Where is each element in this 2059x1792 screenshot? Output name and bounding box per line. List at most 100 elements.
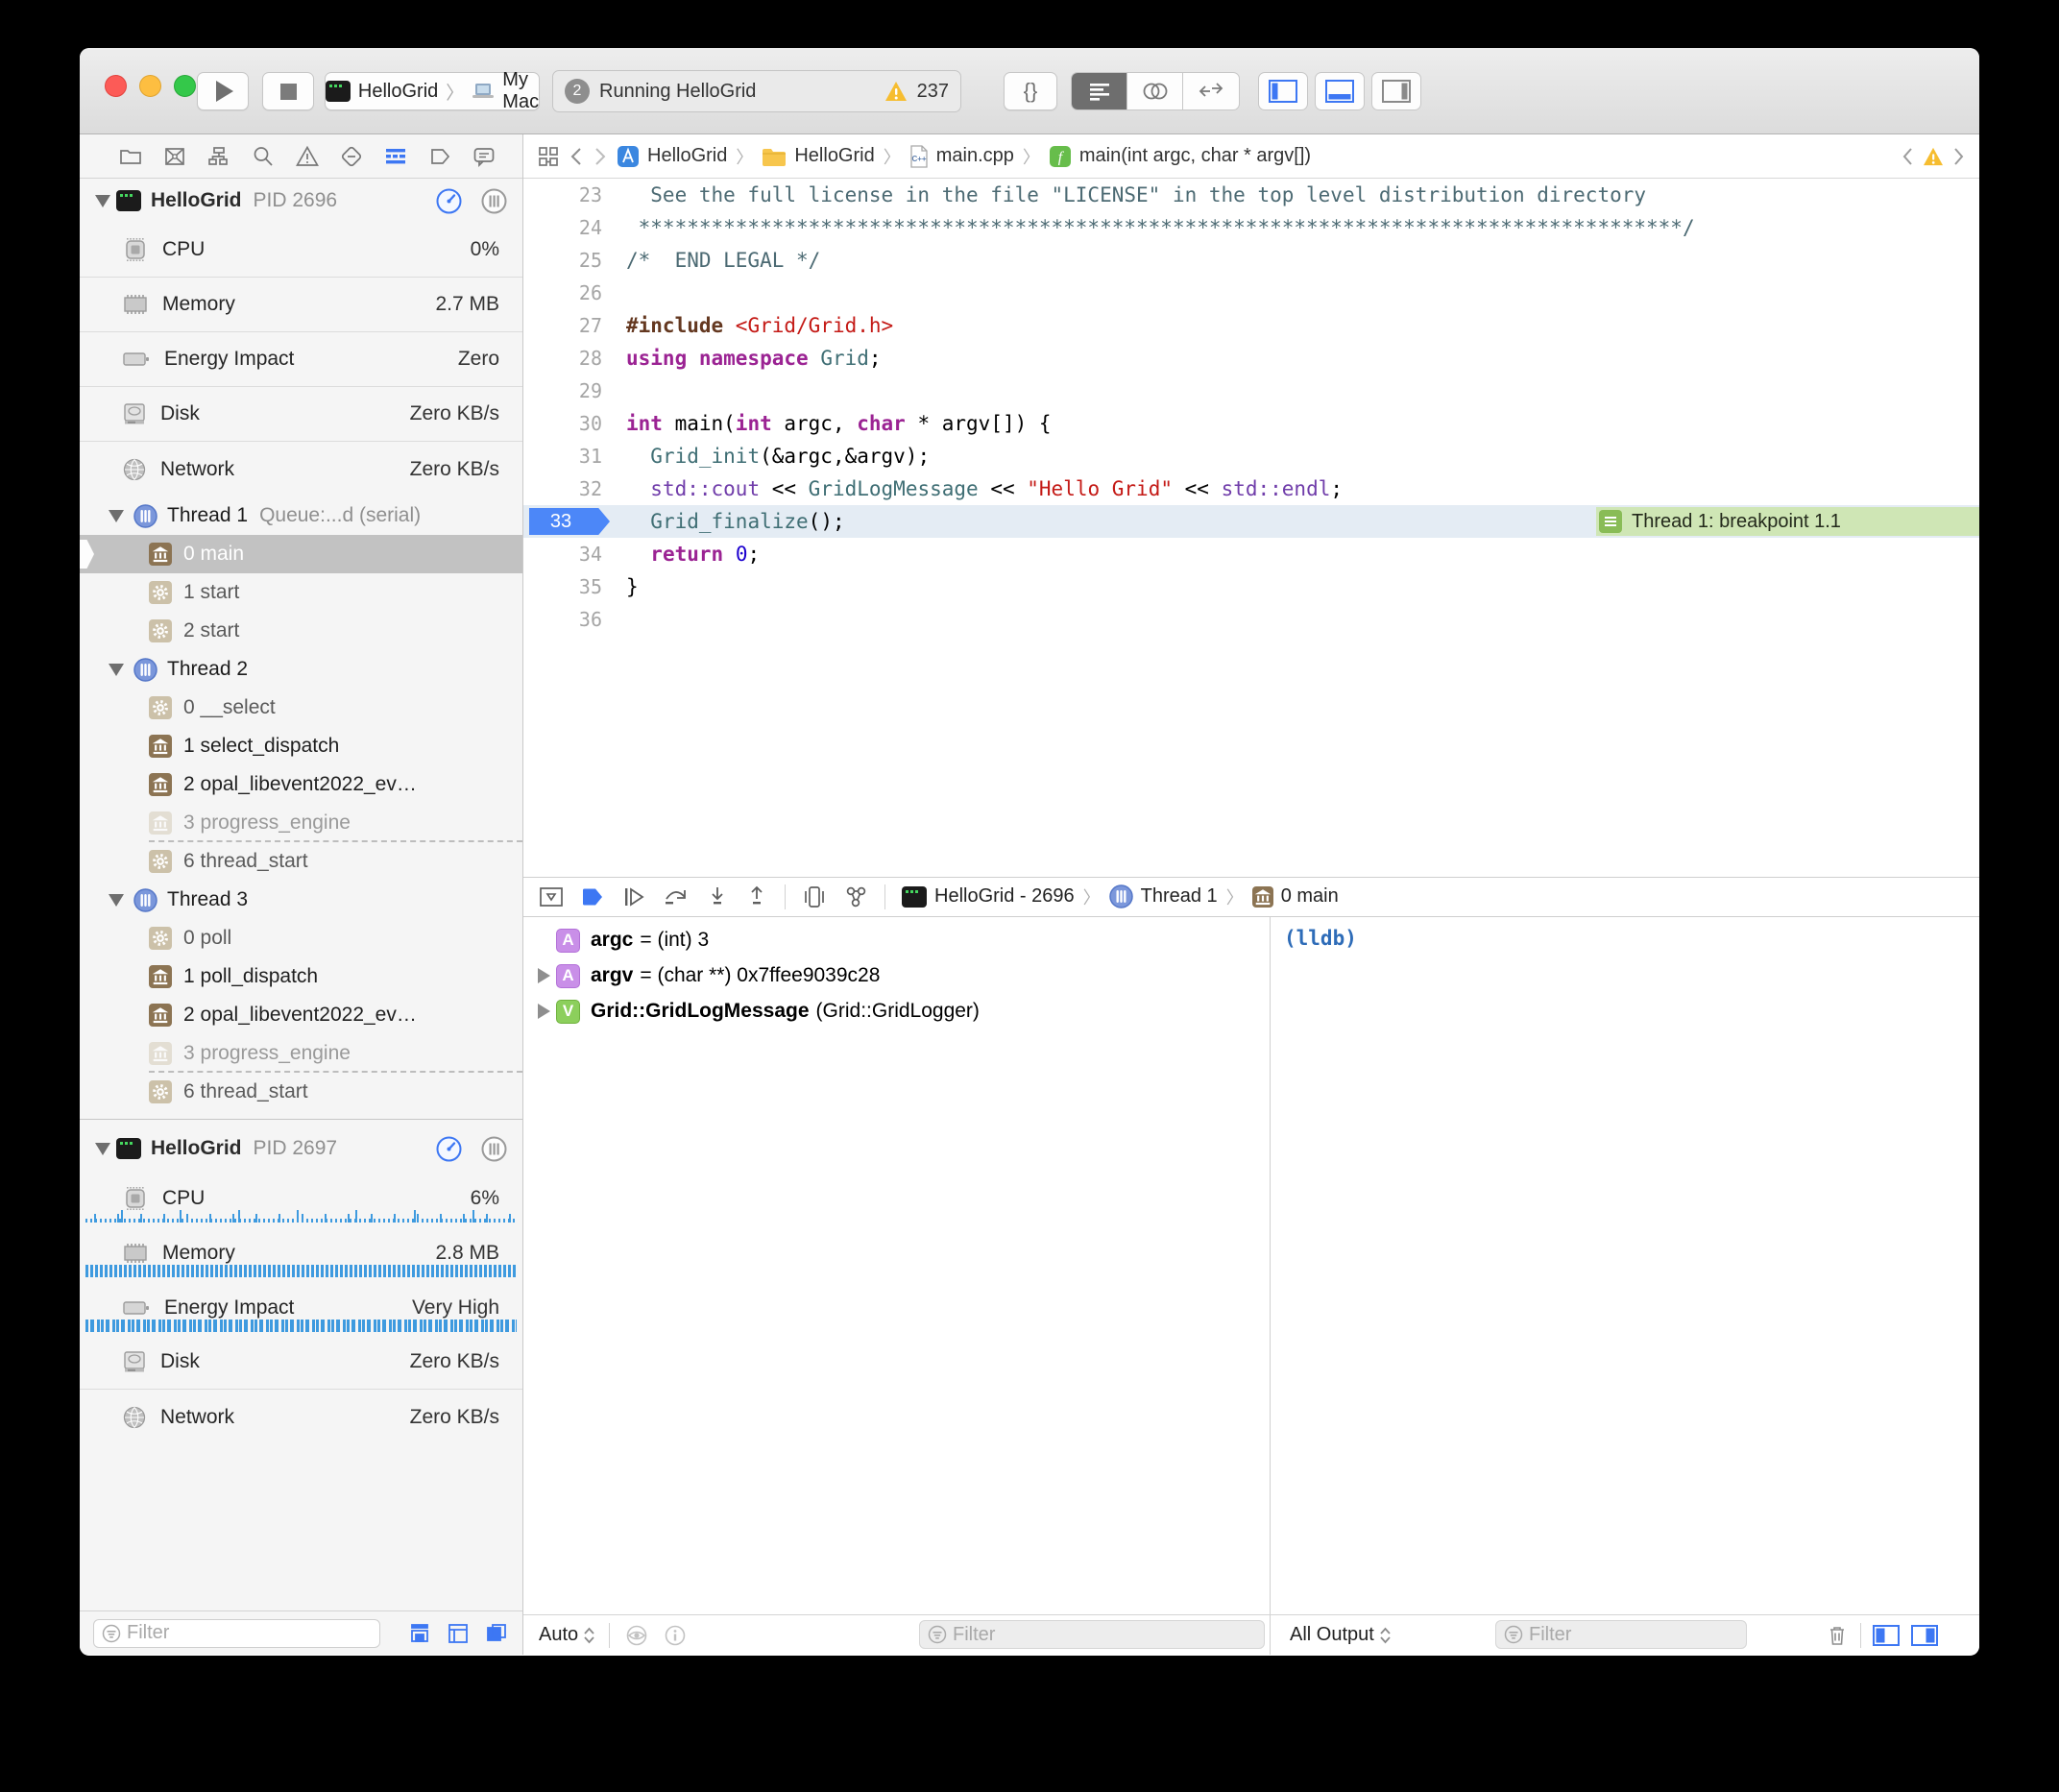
run-button[interactable]	[197, 72, 249, 110]
metric-row-cpu[interactable]: CPU 6%	[80, 1171, 522, 1225]
stack-frame-row[interactable]: 0 main	[80, 535, 522, 573]
clear-console-trash-icon[interactable]	[1826, 1624, 1849, 1647]
tab-symbol-navigator[interactable]	[206, 145, 231, 168]
issue-warning-icon[interactable]	[1923, 147, 1944, 166]
breakpoint-annotation[interactable]: Thread 1: breakpoint 1.1	[1596, 507, 1979, 536]
version-editor-button[interactable]	[1183, 73, 1239, 109]
line-number-gutter[interactable]: 25	[523, 244, 610, 277]
step-out-icon[interactable]	[745, 885, 768, 908]
variables-filter-field[interactable]: Filter	[919, 1620, 1265, 1649]
code-line[interactable]: 35}	[523, 570, 1979, 603]
line-number-gutter[interactable]: 28	[523, 342, 610, 375]
disclosure-triangle-icon[interactable]	[538, 968, 550, 983]
line-number-gutter[interactable]: 36	[523, 603, 610, 636]
process-row[interactable]: HelloGrid PID 2696	[80, 179, 522, 223]
hide-debug-area-icon[interactable]	[539, 885, 564, 908]
code-line[interactable]: 29	[523, 375, 1979, 407]
stack-frame-row[interactable]: 1 start	[80, 573, 522, 612]
toggle-debug-area-button[interactable]	[1315, 72, 1365, 110]
breakpoint-marker[interactable]: 33	[529, 508, 610, 535]
show-variables-pane-icon[interactable]	[1873, 1624, 1900, 1647]
code-line[interactable]: 23 See the full license in the file "LIC…	[523, 179, 1979, 211]
tab-test-navigator[interactable]	[339, 145, 364, 168]
disclosure-triangle-icon[interactable]	[538, 1004, 550, 1019]
line-number-gutter[interactable]: 27	[523, 309, 610, 342]
code-line[interactable]: 27#include <Grid/Grid.h>	[523, 309, 1979, 342]
metric-row-network[interactable]: Network Zero KB/s	[80, 1390, 522, 1444]
stop-button[interactable]	[262, 72, 314, 110]
line-number-gutter[interactable]: 29	[523, 375, 610, 407]
tab-find-navigator[interactable]	[251, 145, 276, 168]
metric-row-disk[interactable]: Disk Zero KB/s	[80, 387, 522, 442]
stack-frame-row[interactable]: 1 select_dispatch	[80, 727, 522, 765]
thread-row[interactable]: Thread 1Queue:...d (serial)	[80, 496, 522, 535]
line-number-gutter[interactable]: 26	[523, 277, 610, 309]
view-debugger-icon[interactable]	[802, 885, 827, 908]
stack-frame-row[interactable]: 2 opal_libevent2022_ev…	[80, 996, 522, 1034]
tab-debug-navigator[interactable]	[383, 145, 408, 168]
show-console-pane-icon[interactable]	[1911, 1624, 1938, 1647]
toggle-navigator-button[interactable]	[1258, 72, 1308, 110]
assistant-editor-button[interactable]	[1127, 73, 1183, 109]
thread-row[interactable]: Thread 2	[80, 650, 522, 689]
code-line[interactable]: 33 Grid_finalize();Thread 1: breakpoint …	[523, 505, 1979, 538]
line-number-gutter[interactable]: 31	[523, 440, 610, 472]
variables-view[interactable]: A argc = (int) 3 A argv = (char **) 0x7f…	[523, 917, 1271, 1615]
variable-row[interactable]: V Grid::GridLogMessage (Grid::GridLogger…	[523, 994, 1270, 1029]
step-over-icon[interactable]	[663, 885, 690, 908]
code-line[interactable]: 24 *************************************…	[523, 211, 1979, 244]
line-number-gutter[interactable]: 33	[523, 505, 610, 538]
line-number-gutter[interactable]: 32	[523, 472, 610, 505]
profile-in-instruments-button[interactable]	[436, 188, 462, 214]
toggle-inspector-button[interactable]	[1371, 72, 1421, 110]
code-line[interactable]: 34 return 0;	[523, 538, 1979, 570]
go-forward-icon[interactable]	[593, 146, 608, 167]
thread-row[interactable]: Thread 3	[80, 881, 522, 919]
code-line[interactable]: 36	[523, 603, 1979, 636]
related-items-icon[interactable]	[537, 145, 560, 168]
variable-row[interactable]: A argc = (int) 3	[523, 923, 1270, 958]
metric-row-energy-impact[interactable]: Energy Impact Zero	[80, 332, 522, 387]
stack-frame-row[interactable]: 6 thread_start	[80, 1073, 522, 1111]
stack-frame-row[interactable]: 2 opal_libevent2022_ev…	[80, 765, 522, 804]
code-snippets-button[interactable]: {}	[1004, 72, 1057, 110]
quicklook-eye-icon[interactable]	[623, 1625, 650, 1646]
stack-frame-row[interactable]: 2 start	[80, 612, 522, 650]
flatten-view-toggle-icon[interactable]	[407, 1622, 432, 1645]
metric-row-disk[interactable]: Disk Zero KB/s	[80, 1335, 522, 1390]
jumpbar-item[interactable]: C++main.cpp	[909, 145, 1014, 168]
tab-report-navigator[interactable]	[472, 145, 497, 168]
variables-scope-popup[interactable]: Auto	[539, 1624, 595, 1646]
jumpbar-item[interactable]: HelloGrid	[762, 145, 874, 167]
previous-issue-icon[interactable]	[1901, 147, 1914, 166]
code-line[interactable]: 25/* END LEGAL */	[523, 244, 1979, 277]
minimize-window-button[interactable]	[139, 75, 161, 97]
code-line[interactable]: 32 std::cout << GridLogMessage << "Hello…	[523, 472, 1979, 505]
view-mode-toggle-icon[interactable]	[484, 1622, 509, 1645]
stack-frame-row[interactable]: 3 progress_engine	[80, 804, 522, 842]
tab-breakpoint-navigator[interactable]	[427, 145, 452, 168]
line-number-gutter[interactable]: 24	[523, 211, 610, 244]
metric-row-memory[interactable]: Memory 2.7 MB	[80, 278, 522, 332]
line-number-gutter[interactable]: 23	[523, 179, 610, 211]
code-line[interactable]: 31 Grid_init(&argc,&argv);	[523, 440, 1979, 472]
profile-in-instruments-button[interactable]	[436, 1136, 462, 1162]
tab-issue-navigator[interactable]	[295, 145, 320, 168]
process-row[interactable]: HelloGrid PID 2697	[80, 1126, 522, 1171]
navigator-filter-field[interactable]: Filter	[93, 1619, 380, 1648]
console-view[interactable]: (lldb)	[1271, 917, 1979, 1615]
standard-editor-button[interactable]	[1072, 73, 1127, 109]
pause-process-button[interactable]	[481, 188, 507, 214]
stack-frame-row[interactable]: 0 __select	[80, 689, 522, 727]
metric-row-cpu[interactable]: CPU 0%	[80, 223, 522, 278]
show-crashed-threads-toggle-icon[interactable]	[446, 1622, 471, 1645]
tab-source-control-navigator[interactable]	[162, 145, 187, 168]
step-into-icon[interactable]	[706, 885, 729, 908]
stack-frame-row[interactable]: 1 poll_dispatch	[80, 957, 522, 996]
disclosure-triangle-icon[interactable]	[95, 1143, 110, 1155]
code-line[interactable]: 30int main(int argc, char * argv[]) {	[523, 407, 1979, 440]
line-number-gutter[interactable]: 34	[523, 538, 610, 570]
console-filter-field[interactable]: Filter	[1495, 1620, 1747, 1649]
jumpbar-item[interactable]: fmain(int argc, char * argv[])	[1049, 145, 1311, 168]
zoom-window-button[interactable]	[174, 75, 196, 97]
